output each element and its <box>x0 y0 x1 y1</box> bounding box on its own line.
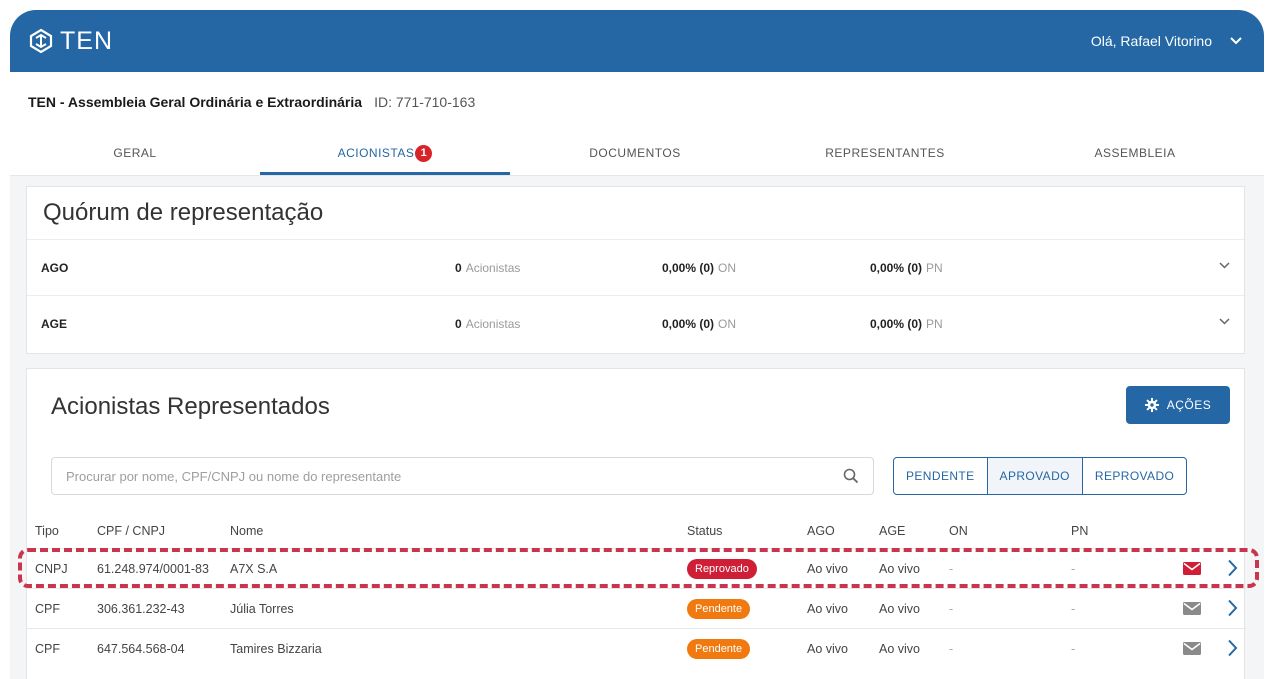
tab-bar: GERAL ACIONISTAS 1 DOCUMENTOS REPRESENTAN… <box>10 132 1264 176</box>
col-ago[interactable]: AGO <box>807 524 835 538</box>
cell-cpf: 647.564.568-04 <box>97 641 185 656</box>
top-bar: TEN Olá, Rafael Vitorino <box>10 10 1264 72</box>
cell-tipo: CPF <box>35 601 60 616</box>
acionistas-card: Acionistas Representados AÇÕES Procurar … <box>26 368 1246 679</box>
cell-tipo: CNPJ <box>35 561 68 576</box>
gear-icon <box>1144 398 1159 412</box>
quorum-pn: 0,00% (0) PN <box>870 316 943 331</box>
logo[interactable]: TEN <box>28 27 113 56</box>
status-pill: Reprovado <box>687 558 757 579</box>
quorum-label: AGE <box>41 316 68 331</box>
cell-on: - <box>949 601 954 616</box>
col-nome[interactable]: Nome <box>230 524 263 538</box>
user-greeting: Olá, Rafael Vitorino <box>1090 33 1212 49</box>
tab-representantes[interactable]: REPRESENTANTES <box>760 132 1010 175</box>
chevron-right-icon[interactable] <box>1227 559 1238 577</box>
cell-pn: - <box>1071 641 1076 656</box>
col-status[interactable]: Status <box>687 524 722 538</box>
tab-documentos[interactable]: DOCUMENTOS <box>510 132 760 175</box>
tab-label: GERAL <box>113 146 157 160</box>
logo-text: TEN <box>60 26 113 55</box>
tab-label: DOCUMENTOS <box>589 146 681 160</box>
cell-age: Ao vivo <box>879 641 920 656</box>
cell-cpf: 61.248.974/0001-83 <box>97 561 209 576</box>
cell-pn: - <box>1071 561 1076 576</box>
status-filter-group: PENDENTE APROVADO REPROVADO <box>893 457 1188 495</box>
table-row[interactable]: CPF 306.361.232-43 Júlia Torres Pendente… <box>27 588 1246 628</box>
tab-label: REPRESENTANTES <box>825 146 945 160</box>
actions-button[interactable]: AÇÕES <box>1126 386 1230 424</box>
filter-pendente-button[interactable]: PENDENTE <box>894 458 987 494</box>
status-badge: Pendente <box>687 598 751 619</box>
mail-icon[interactable] <box>1183 602 1201 615</box>
search-icon[interactable] <box>843 468 859 484</box>
search-placeholder: Procurar por nome, CPF/CNPJ ou nome do r… <box>66 468 402 484</box>
tab-label: ACIONISTAS <box>337 146 415 160</box>
app-frame: TEN Olá, Rafael Vitorino TEN - Assemblei… <box>10 10 1264 679</box>
quorum-pn: 0,00% (0) PN <box>870 260 943 275</box>
col-age[interactable]: AGE <box>879 524 905 538</box>
quorum-title: Quórum de representação <box>43 199 324 226</box>
chevron-down-icon <box>1230 37 1242 45</box>
tab-geral[interactable]: GERAL <box>10 132 260 175</box>
mail-icon[interactable] <box>1183 562 1201 575</box>
chevron-right-icon[interactable] <box>1227 639 1238 657</box>
ten-logo-icon <box>29 28 53 54</box>
quorum-row-ago[interactable]: AGO 0 Acionistas 0,00% (0) ON 0,00% (0) PN <box>27 239 1244 295</box>
col-cpf[interactable]: CPF / CNPJ <box>97 524 165 538</box>
user-menu[interactable]: Olá, Rafael Vitorino <box>1091 33 1242 49</box>
assembly-header: TEN - Assembleia Geral Ordinária e Extra… <box>10 72 1264 132</box>
notification-badge: 1 <box>415 145 433 162</box>
cell-ago: Ao vivo <box>807 601 848 616</box>
quorum-label: AGO <box>41 260 69 275</box>
tab-label: ASSEMBLEIA <box>1094 146 1176 160</box>
cell-on: - <box>949 561 954 576</box>
col-pn[interactable]: PN <box>1071 524 1088 538</box>
cell-cpf: 306.361.232-43 <box>97 601 185 616</box>
status-pill: Pendente <box>687 598 751 619</box>
cell-tipo: CPF <box>35 641 60 656</box>
cell-ago: Ao vivo <box>807 561 848 576</box>
filter-aprovado-button[interactable]: APROVADO <box>986 458 1082 494</box>
filter-reprovado-button[interactable]: REPROVADO <box>1081 458 1186 494</box>
cell-pn: - <box>1071 601 1076 616</box>
quorum-count: 0 Acionistas <box>455 316 521 331</box>
assembly-id: ID: 771-710-163 <box>374 94 476 110</box>
cell-on: - <box>949 641 954 656</box>
quorum-on: 0,00% (0) ON <box>662 260 737 275</box>
status-pill: Pendente <box>687 638 751 659</box>
cell-nome: A7X S.A <box>230 561 278 576</box>
table-row[interactable]: CNPJ 61.248.974/0001-83 A7X S.A Reprovad… <box>27 548 1246 588</box>
col-on[interactable]: ON <box>949 524 968 538</box>
tab-acionistas[interactable]: ACIONISTAS 1 <box>260 132 510 175</box>
quorum-row-age[interactable]: AGE 0 Acionistas 0,00% (0) ON 0,00% (0) PN <box>27 295 1244 351</box>
table-row[interactable]: CPF 647.564.568-04 Tamires Bizzaria Pend… <box>27 628 1246 668</box>
mail-icon[interactable] <box>1183 642 1201 655</box>
col-tipo[interactable]: Tipo <box>35 524 59 538</box>
cell-nome: Júlia Torres <box>230 601 294 616</box>
quorum-count: 0 Acionistas <box>455 260 521 275</box>
status-badge: Reprovado <box>687 558 757 579</box>
status-badge: Pendente <box>687 638 751 659</box>
tab-assembleia[interactable]: ASSEMBLEIA <box>1010 132 1260 175</box>
cell-ago: Ao vivo <box>807 641 848 656</box>
chevron-down-icon[interactable] <box>1219 318 1230 325</box>
assembly-title: TEN - Assembleia Geral Ordinária e Extra… <box>28 94 363 110</box>
cell-age: Ao vivo <box>879 561 920 576</box>
cell-nome: Tamires Bizzaria <box>230 641 322 656</box>
search-input[interactable]: Procurar por nome, CPF/CNPJ ou nome do r… <box>51 457 874 495</box>
quorum-card: Quórum de representação AGO 0 Acionistas … <box>26 186 1245 354</box>
actions-label: AÇÕES <box>1166 398 1212 412</box>
table-header: Tipo CPF / CNPJ Nome Status AGO AGE ON P… <box>27 514 1246 548</box>
quorum-on: 0,00% (0) ON <box>662 316 737 331</box>
cell-age: Ao vivo <box>879 601 920 616</box>
acionistas-title: Acionistas Representados <box>51 393 330 420</box>
chevron-down-icon[interactable] <box>1219 262 1230 269</box>
chevron-right-icon[interactable] <box>1227 599 1238 617</box>
